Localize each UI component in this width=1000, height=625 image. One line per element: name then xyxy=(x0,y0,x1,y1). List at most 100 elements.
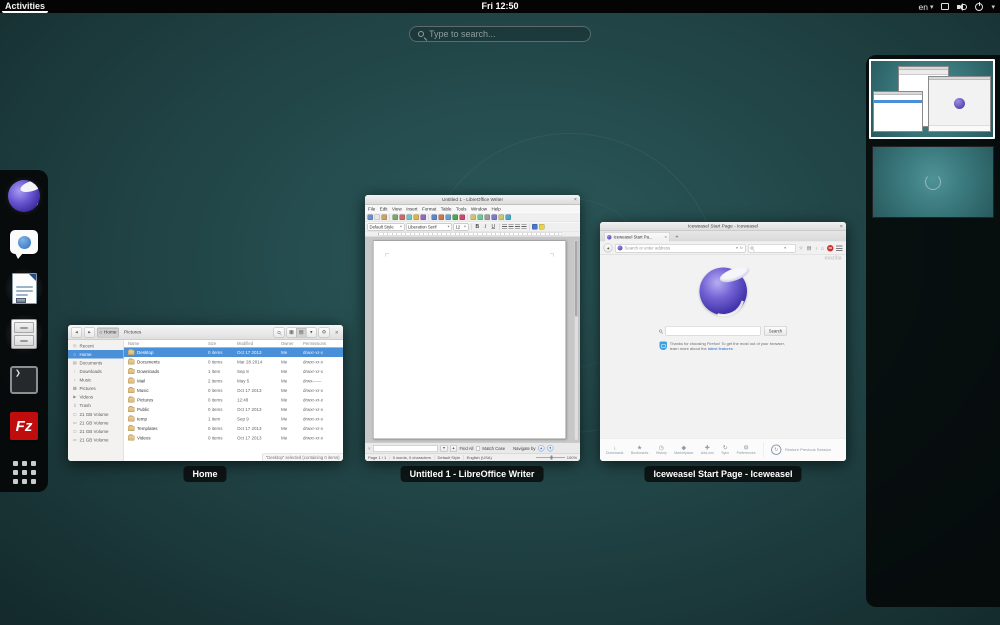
writer-toolbar-icon-21[interactable] xyxy=(506,215,512,221)
align-justify-button[interactable] xyxy=(522,225,527,230)
align-right-button[interactable] xyxy=(515,225,520,230)
text-language[interactable]: English (USA) xyxy=(467,455,492,460)
page-count[interactable]: Page 1 / 1 xyxy=(368,455,386,460)
toolbar-item-add-ons[interactable]: ✚Add-ons xyxy=(701,445,714,456)
dash-item-show-applications[interactable] xyxy=(5,453,43,491)
clock[interactable]: Fri 12:50 xyxy=(481,1,518,11)
back-button[interactable]: ◂ xyxy=(71,327,82,337)
restore-previous-session-button[interactable]: ↻Restore Previous Session xyxy=(771,445,831,456)
bold-button[interactable]: B xyxy=(474,224,481,230)
writer-toolbar-icon-17[interactable] xyxy=(478,215,484,221)
menu-table[interactable]: Table xyxy=(441,206,452,211)
font-name-select[interactable]: Liberation Serif▼ xyxy=(406,223,452,230)
close-window-button[interactable]: × xyxy=(333,329,340,336)
chevron-down-icon[interactable]: ▾ xyxy=(991,3,995,11)
toolbar-item-downloads[interactable]: ↓Downloads xyxy=(606,445,623,456)
menu-tools[interactable]: Tools xyxy=(456,206,467,211)
search-button[interactable] xyxy=(273,327,284,337)
close-window-button[interactable]: × xyxy=(840,224,843,230)
italic-button[interactable]: I xyxy=(482,224,489,230)
list-view-button[interactable]: ▤ xyxy=(296,327,306,337)
writer-toolbar-icon-19[interactable] xyxy=(492,215,498,221)
column-owner[interactable]: Owner xyxy=(281,341,303,346)
file-row-pictures[interactable]: Pictures0 items12:48Medrwxr-xr-x xyxy=(124,395,343,405)
dash-item-iceweasel[interactable] xyxy=(5,177,43,215)
dash-item-files[interactable] xyxy=(5,315,43,353)
match-case-checkbox[interactable] xyxy=(476,446,480,450)
menu-format[interactable]: Format xyxy=(422,206,436,211)
file-list-header[interactable]: Name Size Modified Owner Permissions xyxy=(124,340,343,348)
file-row-mail[interactable]: Mail2 itemsMay 5Medrwx------ xyxy=(124,376,343,386)
window-preview-files[interactable]: ◂ ▸ ⌂ Home Pictures ▦ ▤ ▾ ⚙ × ◷Recent⌂Ho… xyxy=(68,325,343,461)
adblock-icon[interactable] xyxy=(827,245,834,252)
sidebar-item-21-gb-volume-3[interactable]: ▭21 GB Volume xyxy=(68,427,124,436)
view-options-button[interactable]: ▾ xyxy=(306,327,316,337)
sidebar-item-21-gb-volume-1[interactable]: ▭21 GB Volume xyxy=(68,410,124,419)
sidebar-item-music[interactable]: ♪Music xyxy=(68,376,124,385)
window-preview-writer[interactable]: Untitled 1 - LibreOffice Writer × FileEd… xyxy=(365,195,580,461)
menu-edit[interactable]: Edit xyxy=(380,206,388,211)
search-input[interactable] xyxy=(429,29,582,39)
font-size-select[interactable]: 12▼ xyxy=(454,223,469,230)
zoom-slider[interactable] xyxy=(536,457,565,458)
file-row-desktop[interactable]: Desktop0 itemsOct 17 2013Medrwxr-xr-x xyxy=(124,348,343,358)
file-row-temp[interactable]: temp1 itemSep 9Medrwxr-xr-x xyxy=(124,414,343,424)
writer-toolbar-icon-0[interactable] xyxy=(368,215,374,221)
site-identity-icon[interactable] xyxy=(618,246,623,251)
close-find-button[interactable]: × xyxy=(368,446,370,451)
forward-button[interactable]: ▸ xyxy=(84,327,95,337)
sidebar-item-recent[interactable]: ◷Recent xyxy=(68,342,124,351)
writer-toolbar-icon-20[interactable] xyxy=(499,215,505,221)
downloads-icon[interactable]: ↓ xyxy=(814,245,818,251)
gear-menu-button[interactable]: ⚙ xyxy=(318,327,329,337)
file-row-videos[interactable]: Videos0 itemsOct 17 2013Medrwxr-xr-x xyxy=(124,433,343,443)
bookmarks-menu-icon[interactable]: ▤ xyxy=(806,245,812,251)
align-center-button[interactable] xyxy=(509,225,514,230)
start-page-search-input[interactable] xyxy=(665,326,760,336)
document-area[interactable] xyxy=(365,237,580,443)
screen-icon[interactable] xyxy=(941,3,949,10)
underline-button[interactable]: U xyxy=(490,224,497,230)
navigate-down-button[interactable]: ▼ xyxy=(547,445,554,452)
overview-search-bar[interactable] xyxy=(409,26,591,42)
menu-file[interactable]: File xyxy=(368,206,375,211)
navigate-up-button[interactable]: ▲ xyxy=(538,445,545,452)
writer-toolbar-icon-2[interactable] xyxy=(382,215,388,221)
toolbar-item-marketplace[interactable]: ◆Marketplace xyxy=(674,445,693,456)
file-row-public[interactable]: Public0 itemsOct 17 2013Medrwxr-xr-x xyxy=(124,405,343,415)
find-next-button[interactable]: ▲ xyxy=(450,445,457,452)
sidebar-item-downloads[interactable]: ↓Downloads xyxy=(68,367,124,376)
path-button-pictures[interactable]: Pictures xyxy=(121,327,144,337)
vertical-scrollbar[interactable] xyxy=(574,239,579,441)
writer-toolbar-icon-14[interactable] xyxy=(460,215,466,221)
keyboard-layout-indicator[interactable]: en ▾ xyxy=(919,2,934,12)
file-row-music[interactable]: Music0 itemsOct 17 2013Medrwxr-xr-x xyxy=(124,386,343,396)
dash-item-terminal[interactable] xyxy=(5,361,43,399)
search-engine-input[interactable] xyxy=(755,246,782,251)
new-tab-button[interactable]: + xyxy=(672,233,682,241)
power-icon[interactable] xyxy=(975,3,983,11)
writer-toolbar-icon-1[interactable] xyxy=(375,215,381,221)
writer-toolbar-icon-8[interactable] xyxy=(421,215,427,221)
zoom-level[interactable]: 100% xyxy=(567,455,577,460)
path-button-home[interactable]: ⌂ Home xyxy=(97,327,119,337)
volume-icon[interactable] xyxy=(957,3,967,11)
dash-item-empathy[interactable] xyxy=(5,223,43,261)
sidebar-item-pictures[interactable]: ▦Pictures xyxy=(68,384,124,393)
close-window-button[interactable]: × xyxy=(574,197,577,203)
activities-button[interactable]: Activities xyxy=(5,1,45,11)
file-row-downloads[interactable]: Downloads1 itemSep 8Medrwxr-xr-x xyxy=(124,367,343,377)
url-input[interactable] xyxy=(625,246,735,251)
writer-toolbar-icon-6[interactable] xyxy=(407,215,413,221)
url-bar[interactable]: ▾ ↻ xyxy=(615,244,745,253)
sidebar-item-documents[interactable]: ▤Documents xyxy=(68,359,124,368)
workspace-thumbnail-2[interactable] xyxy=(872,146,994,218)
system-status-area[interactable]: en ▾ ▾ xyxy=(919,0,996,13)
writer-toolbar-icon-12[interactable] xyxy=(446,215,452,221)
writer-toolbar-icon-13[interactable] xyxy=(453,215,459,221)
window-preview-iceweasel[interactable]: Iceweasel Start Page - Iceweasel × Icewe… xyxy=(600,222,846,461)
column-permissions[interactable]: Permissions xyxy=(303,341,343,346)
font-color-button[interactable] xyxy=(532,224,538,230)
menu-window[interactable]: Window xyxy=(471,206,487,211)
find-previous-button[interactable]: ▼ xyxy=(440,445,447,452)
